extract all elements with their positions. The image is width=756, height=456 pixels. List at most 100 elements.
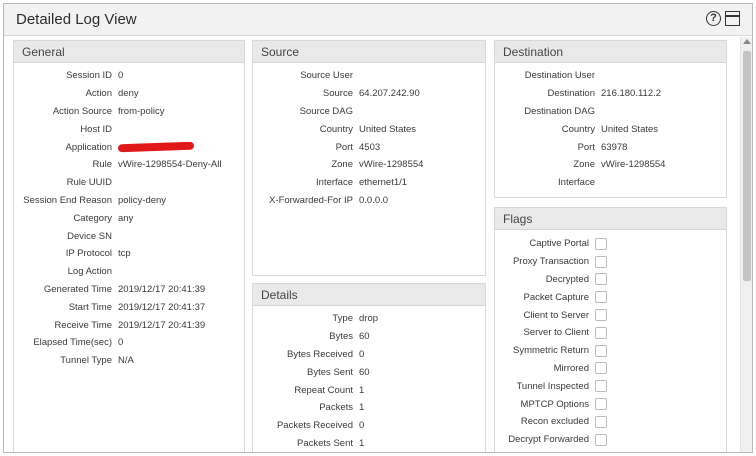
flag-checkbox[interactable] (595, 237, 607, 250)
help-icon[interactable]: ? (706, 11, 721, 26)
flag-checkbox[interactable] (595, 433, 607, 446)
general-value: vWire-1298554-Deny-All (118, 159, 222, 171)
title-bar: Detailed Log View ? (4, 4, 752, 36)
flag-label: Mirrored (553, 362, 589, 374)
flag-label: Tunnel Inspected (516, 380, 589, 392)
detailed-log-view-dialog: Detailed Log View ? General Session ID 0 A… (3, 3, 753, 453)
details-label: Bytes Sent (307, 366, 353, 378)
flag-label: MPTCP Options (520, 398, 589, 410)
destination-label: Destination User (524, 70, 595, 82)
flag-row: Mirrored (495, 360, 726, 378)
general-label: Category (73, 212, 112, 224)
source-header: Source (253, 41, 485, 63)
source-rows: Source User Source 64.207.242.90 Source DAG… (253, 63, 485, 209)
destination-row: Destination User (495, 67, 726, 85)
destination-row: Zone vWire-1298554 (495, 156, 726, 174)
details-value: 1 (359, 384, 365, 396)
source-row: X-Forwarded-For IP 0.0.0.0 (253, 192, 485, 210)
general-value: tcp (118, 248, 131, 260)
source-label: Source User (300, 70, 353, 82)
flag-checkbox[interactable] (595, 273, 607, 286)
destination-row: Destination DAG (495, 103, 726, 121)
general-row: Session ID 0 (14, 67, 244, 85)
title-bar-icons: ? (706, 11, 740, 26)
flag-row: Tunnel Inspected (495, 377, 726, 395)
details-rows: Type drop Bytes 60 Bytes Received 0 Bytes Sent… (253, 306, 485, 452)
destination-label: Destination (547, 88, 595, 100)
source-value: ethernet1/1 (359, 177, 408, 189)
flag-row: Proxy Transaction (495, 253, 726, 271)
flag-checkbox[interactable] (595, 380, 607, 393)
flag-checkbox[interactable] (595, 398, 607, 411)
details-row: Repeat Count 1 (253, 381, 485, 399)
source-label: Country (319, 123, 353, 135)
general-label: Receive Time (54, 319, 112, 331)
details-value: 0 (359, 348, 365, 360)
flag-checkbox[interactable] (595, 362, 607, 375)
destination-row: Destination 216.180.112.2 (495, 85, 726, 103)
flag-checkbox[interactable] (595, 415, 607, 428)
scroll-up-arrow-icon[interactable] (743, 39, 751, 44)
source-row: Country United States (253, 120, 485, 138)
dialog-title: Detailed Log View (16, 11, 137, 28)
source-value: 4503 (359, 141, 381, 153)
source-label: Port (335, 141, 353, 153)
general-row: Start Time 2019/12/17 20:41:37 (14, 298, 244, 316)
source-row: Source 64.207.242.90 (253, 85, 485, 103)
flag-checkbox[interactable] (595, 309, 607, 322)
details-label: Packets (319, 402, 353, 414)
details-value: 1 (359, 437, 365, 449)
general-row: Application (14, 138, 244, 156)
flag-checkbox[interactable] (595, 326, 607, 339)
general-row: Action deny (14, 85, 244, 103)
details-label: Packets Received (276, 420, 353, 432)
general-row: Tunnel Type N/A (14, 352, 244, 370)
source-label: Interface (316, 177, 353, 189)
general-row: Host ID (14, 120, 244, 138)
flag-row: Recon excluded (495, 413, 726, 431)
flag-row: MPTCP Options (495, 395, 726, 413)
general-label: Start Time (68, 301, 112, 313)
scrollbar-thumb[interactable] (743, 51, 751, 281)
general-value: policy-deny (118, 194, 167, 206)
vertical-scrollbar[interactable] (740, 37, 752, 452)
general-row: Log Action (14, 263, 244, 281)
flag-label: Proxy Transaction (512, 256, 589, 268)
details-value: 0 (359, 420, 365, 432)
general-label: Action Source (52, 105, 112, 117)
source-row: Interface ethernet1/1 (253, 174, 485, 192)
flags-panel: Flags Captive Portal Proxy Transaction Dec… (494, 207, 727, 452)
window-icon[interactable] (725, 11, 740, 26)
details-row: Type drop (253, 310, 485, 328)
general-row: Device SN (14, 227, 244, 245)
source-value: 0.0.0.0 (359, 194, 389, 206)
flag-label: Symmetric Return (512, 345, 589, 357)
flag-checkbox[interactable] (595, 291, 607, 304)
destination-label: Port (577, 141, 595, 153)
source-row: Source DAG (253, 103, 485, 121)
source-value: United States (359, 123, 417, 135)
flag-row: Client to Server (495, 306, 726, 324)
details-row: Packets Received 0 (253, 417, 485, 435)
flag-label: Packet Capture (523, 291, 589, 303)
source-label: Zone (331, 159, 353, 171)
flag-checkbox[interactable] (595, 344, 607, 357)
general-label: Tunnel Type (60, 355, 112, 367)
general-rows: Session ID 0 Action deny Action Source from-p… (14, 63, 244, 370)
destination-header: Destination (495, 41, 726, 63)
destination-row: Country United States (495, 120, 726, 138)
flags-rows: Captive Portal Proxy Transaction Decrypted… (495, 230, 726, 449)
general-value: 0 (118, 337, 124, 349)
general-value: N/A (118, 355, 134, 367)
details-panel: Details Type drop Bytes 60 Bytes Received 0 By… (252, 283, 486, 452)
details-value: 60 (359, 366, 370, 378)
details-value: drop (359, 313, 379, 325)
details-header: Details (253, 284, 485, 306)
source-value: vWire-1298554 (359, 159, 424, 171)
flag-label: Server to Client (523, 327, 589, 339)
flag-checkbox[interactable] (595, 255, 607, 268)
general-value: any (118, 212, 134, 224)
general-row: Generated Time 2019/12/17 20:41:39 (14, 281, 244, 299)
destination-label: Country (561, 123, 595, 135)
destination-row: Interface (495, 174, 726, 192)
